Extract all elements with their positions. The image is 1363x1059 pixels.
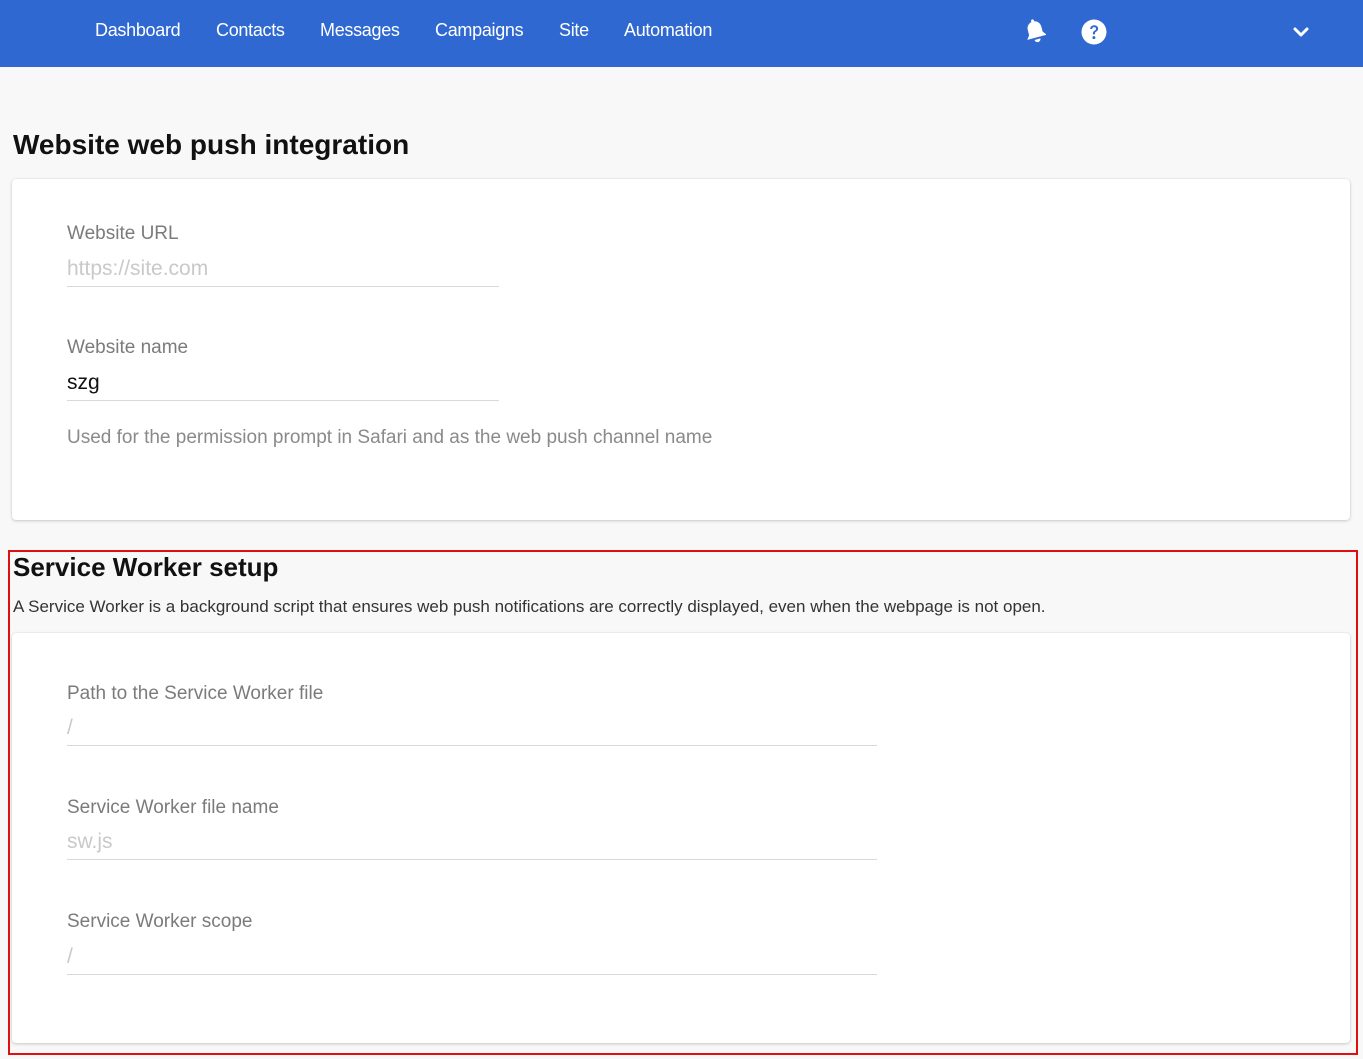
nav-automation[interactable]: Automation	[624, 20, 712, 41]
chevron-down-icon[interactable]	[1291, 22, 1311, 42]
sw-file-name-label: Service Worker file name	[67, 797, 279, 818]
page-title: Website web push integration	[13, 129, 410, 160]
nav-messages[interactable]: Messages	[320, 20, 400, 41]
sw-path-input[interactable]	[67, 710, 877, 746]
sw-file-name-input[interactable]	[67, 824, 877, 860]
bell-icon[interactable]	[1022, 17, 1048, 45]
nav-campaigns[interactable]: Campaigns	[435, 20, 524, 41]
website-settings-card: Website URL Website name Used for the pe…	[12, 179, 1350, 520]
sw-scope-input[interactable]	[67, 939, 877, 975]
website-url-label: Website URL	[67, 223, 179, 244]
website-name-label: Website name	[67, 337, 189, 358]
help-icon[interactable]	[1080, 18, 1107, 45]
sw-path-label: Path to the Service Worker file	[67, 683, 324, 704]
nav-contacts[interactable]: Contacts	[216, 20, 285, 41]
service-worker-card: Path to the Service Worker file Service …	[12, 633, 1350, 1043]
sw-scope-label: Service Worker scope	[67, 911, 253, 932]
top-nav-bar: Dashboard Contacts Messages Campaigns Si…	[0, 0, 1363, 67]
nav-site[interactable]: Site	[559, 20, 589, 41]
website-url-input[interactable]	[67, 251, 499, 287]
service-worker-title: Service Worker setup	[13, 552, 279, 582]
website-name-helper: Used for the permission prompt in Safari…	[67, 427, 713, 448]
service-worker-description: A Service Worker is a background script …	[13, 597, 1046, 616]
nav-dashboard[interactable]: Dashboard	[95, 20, 181, 41]
website-name-input[interactable]	[67, 365, 499, 401]
